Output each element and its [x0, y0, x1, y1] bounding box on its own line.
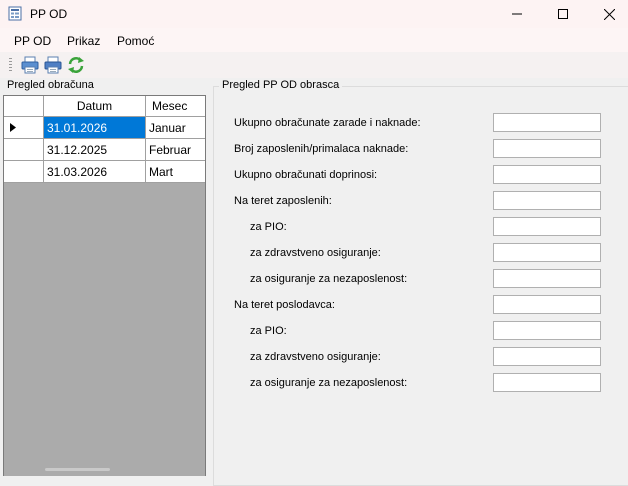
- close-button[interactable]: [586, 0, 628, 28]
- right-panel-caption: Pregled PP OD obrasca: [219, 79, 343, 91]
- grid-header: Datum Mesec: [4, 96, 205, 117]
- printer-icon[interactable]: [20, 55, 40, 75]
- current-row-arrow-icon: [9, 123, 16, 132]
- cell-month[interactable]: Mart: [146, 161, 205, 183]
- row-header[interactable]: [4, 161, 44, 183]
- menu-pomoc[interactable]: Pomoć: [117, 34, 154, 48]
- employer-burden-input[interactable]: [493, 295, 601, 314]
- employee-pio-input[interactable]: [493, 217, 601, 236]
- label-employer-health: za zdravstveno osiguranje:: [250, 351, 381, 363]
- menu-bar: PP OD Prikaz Pomoć: [0, 28, 628, 52]
- cell-date[interactable]: 31.12.2025: [44, 139, 146, 161]
- table-row[interactable]: 31.03.2026 Mart: [4, 161, 205, 183]
- table-row[interactable]: 31.01.2026 Januar: [4, 117, 205, 139]
- employer-unemployment-input[interactable]: [493, 373, 601, 392]
- toolbar-grip[interactable]: [9, 58, 12, 73]
- maximize-button[interactable]: [540, 0, 586, 28]
- employee-health-input[interactable]: [493, 243, 601, 262]
- label-employer-pio: za PIO:: [250, 325, 287, 337]
- label-employer-burden: Na teret poslodavca:: [234, 299, 335, 311]
- refresh-icon[interactable]: [66, 55, 86, 75]
- window-title: PP OD: [30, 7, 68, 21]
- maximize-icon: [558, 9, 568, 19]
- row-header-corner: [4, 96, 44, 117]
- label-employee-burden: Na teret zaposlenih:: [234, 195, 332, 207]
- row-header[interactable]: [4, 117, 44, 139]
- column-header-datum[interactable]: Datum: [44, 96, 146, 117]
- calculations-grid[interactable]: Datum Mesec 31.01.2026 Januar 31.12.2025…: [3, 95, 206, 476]
- cell-month[interactable]: Januar: [146, 117, 205, 139]
- printer-preview-icon[interactable]: [43, 55, 63, 75]
- label-employee-health: za zdravstveno osiguranje:: [250, 247, 381, 259]
- app-icon: [8, 6, 22, 21]
- employer-health-input[interactable]: [493, 347, 601, 366]
- employee-unemployment-input[interactable]: [493, 269, 601, 288]
- minimize-button[interactable]: [494, 0, 540, 28]
- label-employee-unemployment: za osiguranje za nezaposlenost:: [250, 273, 408, 285]
- row-header[interactable]: [4, 139, 44, 161]
- label-total-contributions: Ukupno obračunati doprinosi:: [234, 169, 378, 181]
- menu-prikaz[interactable]: Prikaz: [67, 34, 100, 48]
- cell-date[interactable]: 31.01.2026: [44, 117, 146, 139]
- menu-pp-od[interactable]: PP OD: [14, 34, 51, 48]
- left-panel-caption: Pregled obračuna: [7, 79, 94, 91]
- toolbar: [0, 52, 628, 78]
- employer-pio-input[interactable]: [493, 321, 601, 340]
- title-bar: PP OD: [0, 0, 628, 28]
- label-total-wages: Ukupno obračunate zarade i naknade:: [234, 117, 421, 129]
- employee-count-input[interactable]: [493, 139, 601, 158]
- employee-burden-input[interactable]: [493, 191, 601, 210]
- label-employee-count: Broj zaposlenih/primalaca naknade:: [234, 143, 409, 155]
- table-row[interactable]: 31.12.2025 Februar: [4, 139, 205, 161]
- column-header-mesec[interactable]: Mesec: [146, 96, 205, 117]
- minimize-icon: [512, 13, 522, 15]
- cell-month[interactable]: Februar: [146, 139, 205, 161]
- cell-date[interactable]: 31.03.2026: [44, 161, 146, 183]
- horizontal-scrollbar[interactable]: [45, 468, 110, 471]
- label-employee-pio: za PIO:: [250, 221, 287, 233]
- close-icon: [603, 8, 615, 20]
- label-employer-unemployment: za osiguranje za nezaposlenost:: [250, 377, 408, 389]
- total-contributions-input[interactable]: [493, 165, 601, 184]
- total-wages-input[interactable]: [493, 113, 601, 132]
